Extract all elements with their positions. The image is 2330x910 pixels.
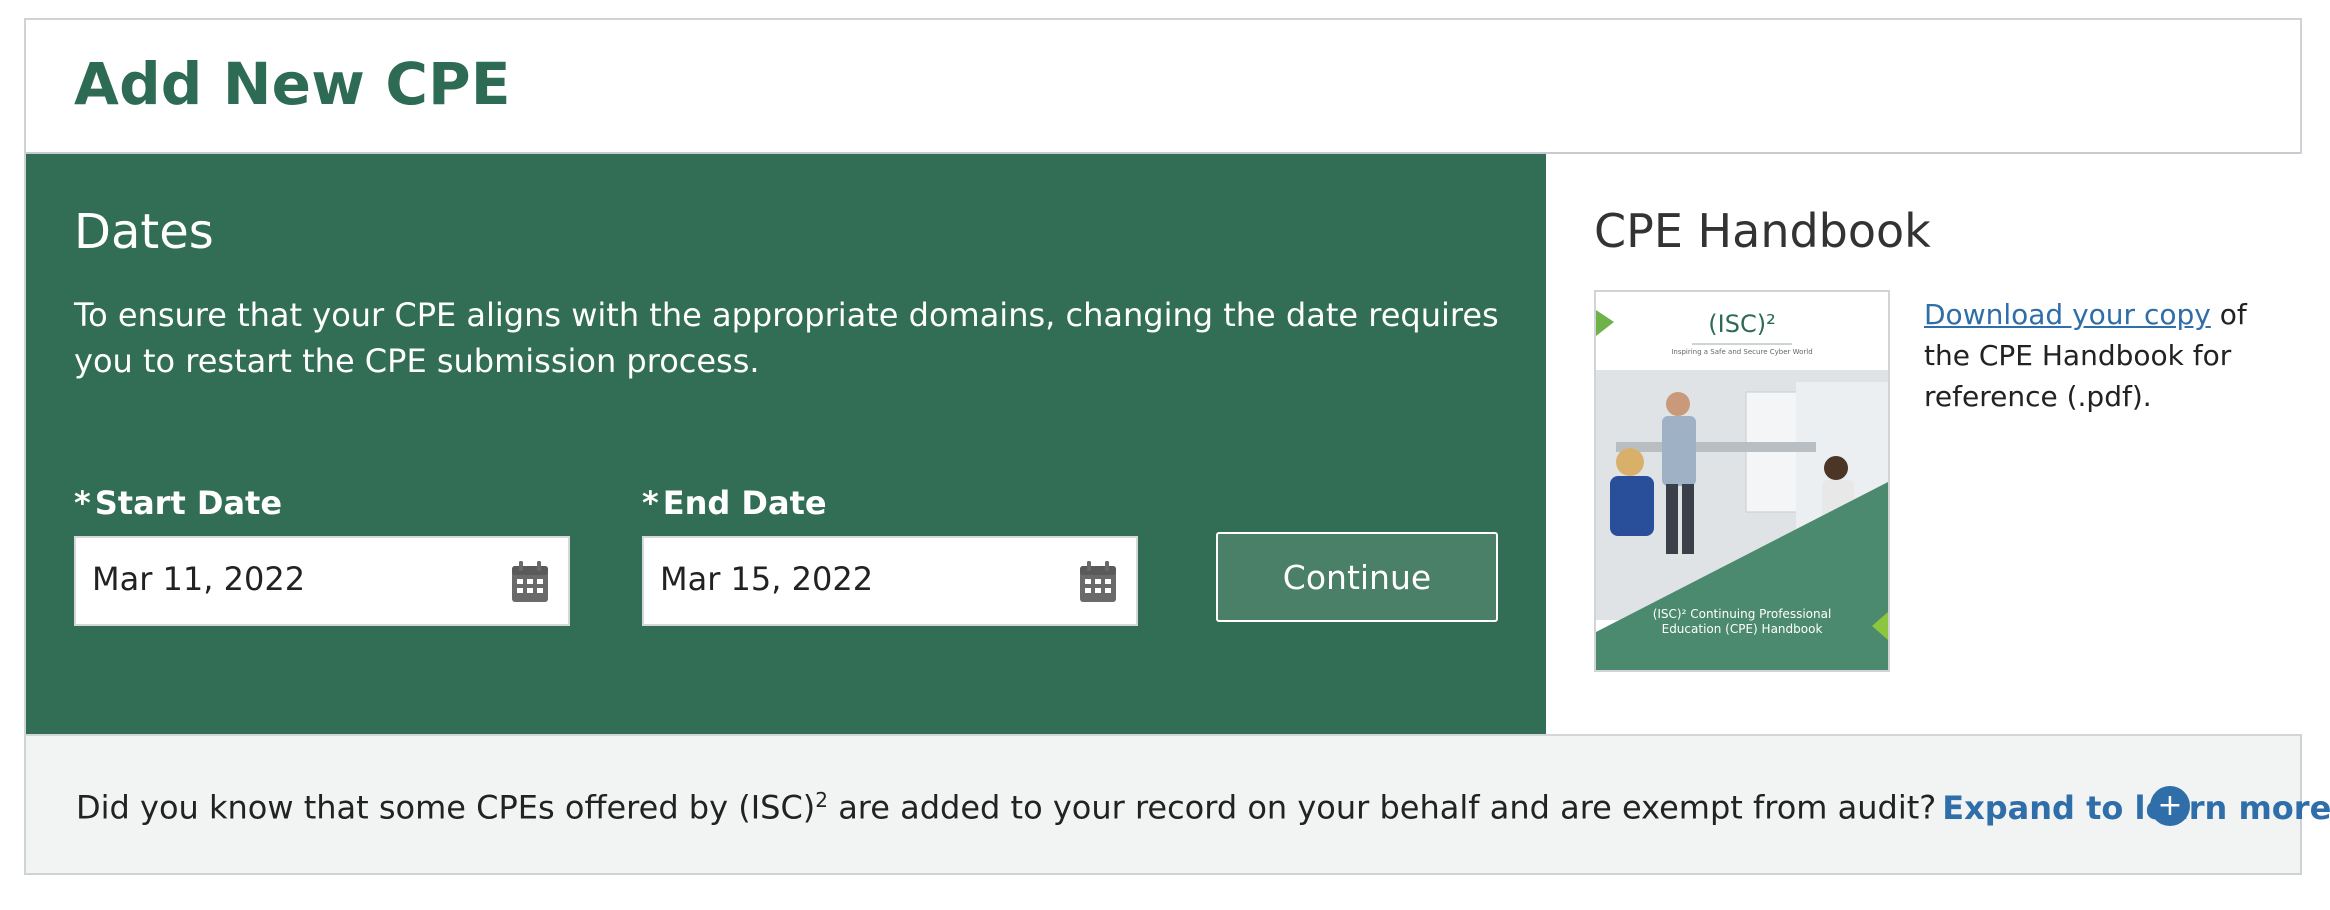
end-date-label: * End Date [642, 484, 827, 522]
continue-button[interactable]: Continue [1216, 532, 1498, 622]
dates-heading: Dates [74, 204, 214, 260]
dates-description: To ensure that your CPE aligns with the … [74, 296, 1499, 380]
footer-superscript: 2 [815, 788, 829, 812]
start-date-input[interactable]: Mar 11, 2022 [74, 536, 570, 626]
footer-text-before: Did you know that some CPEs offered by (… [76, 788, 816, 827]
start-date-label-text: Start Date [94, 484, 283, 522]
handbook-heading: CPE Handbook [1594, 204, 1931, 258]
download-handbook-link[interactable]: Download your copy [1924, 298, 2211, 331]
add-cpe-card: Add New CPE Dates To ensure that your CP… [24, 18, 2330, 875]
end-date-value: Mar 15, 2022 [660, 560, 874, 598]
end-date-label-text: End Date [662, 484, 827, 522]
cover-caption-line2: Education (CPE) Handbook [1662, 622, 1823, 636]
required-marker: * [642, 484, 659, 522]
cover-caption-line1: (ISC)² Continuing Professional [1653, 607, 1832, 621]
calendar-icon[interactable] [510, 560, 550, 604]
handbook-description: Download your copy of the CPE Handbook f… [1924, 294, 2264, 417]
handbook-cover-art: (ISC)² Inspiring a Safe and Secure Cyber… [1596, 292, 1888, 670]
plus-icon[interactable]: + [2150, 786, 2190, 826]
footer-text-after: are added to your record on your behalf … [828, 788, 1937, 827]
calendar-icon[interactable] [1078, 560, 1118, 604]
cover-tagline: Inspiring a Safe and Secure Cyber World [1671, 348, 1812, 356]
handbook-cover-image[interactable]: (ISC)² Inspiring a Safe and Secure Cyber… [1594, 290, 1890, 672]
footer-message: Did you know that some CPEs offered by (… [76, 788, 2330, 827]
cover-logo: (ISC)² [1708, 310, 1775, 338]
handbook-panel: CPE Handbook (ISC)² Inspiring a Safe and… [1546, 154, 2302, 734]
info-footer: Did you know that some CPEs offered by (… [26, 734, 2330, 873]
required-marker: * [74, 484, 91, 522]
start-date-label: * Start Date [74, 484, 282, 522]
start-date-value: Mar 11, 2022 [92, 560, 306, 598]
page-title: Add New CPE [74, 50, 511, 118]
end-date-input[interactable]: Mar 15, 2022 [642, 536, 1138, 626]
expand-learn-more-link[interactable]: Expand to learn more. [1942, 789, 2330, 827]
dates-panel: Dates To ensure that your CPE aligns wit… [26, 154, 1546, 734]
card-header: Add New CPE [26, 20, 2300, 154]
